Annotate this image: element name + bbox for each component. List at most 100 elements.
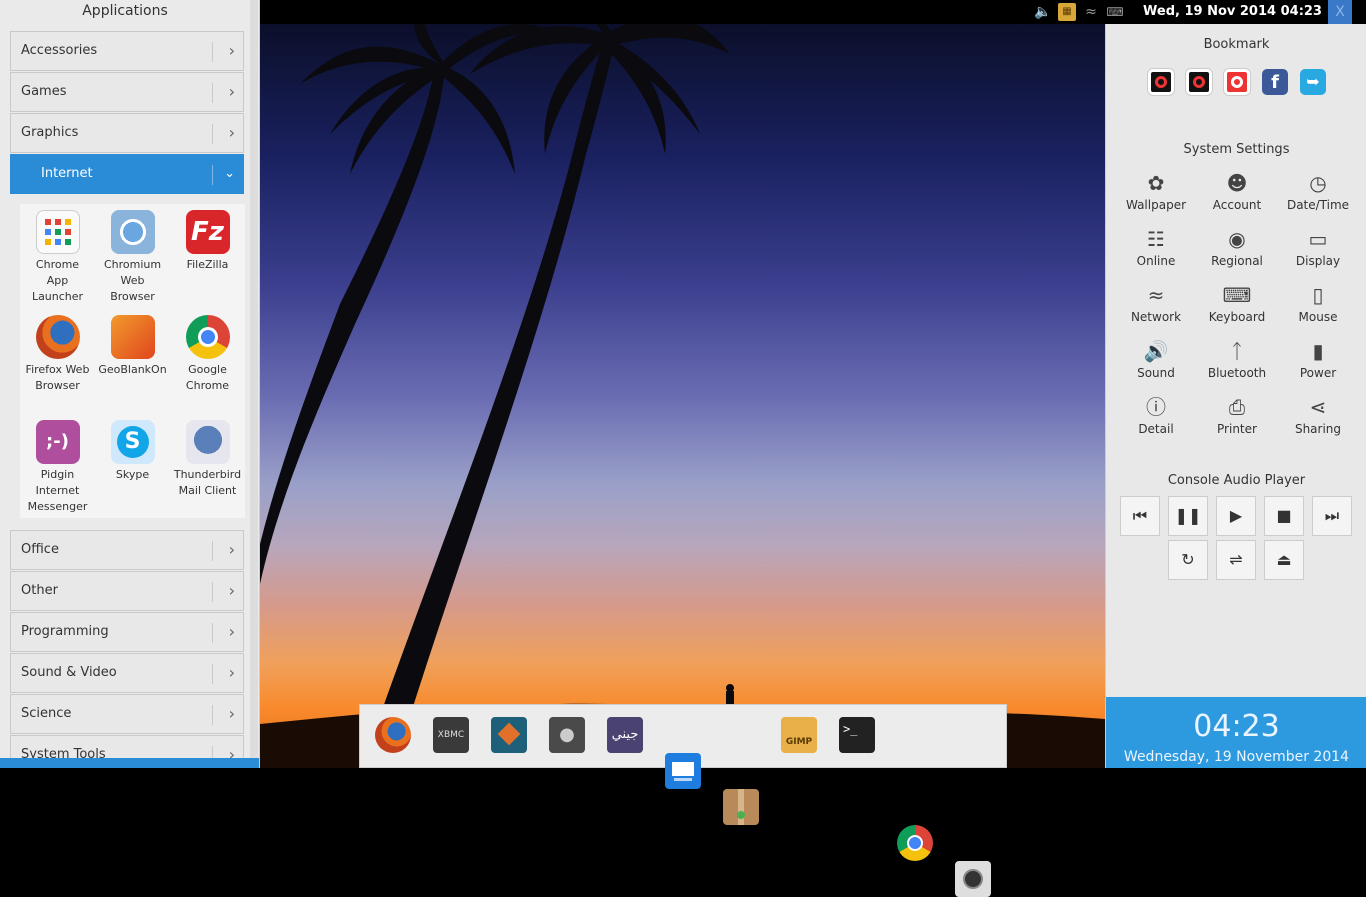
palm-trees-silhouette	[260, 24, 1105, 768]
setting-label: Account	[1212, 198, 1262, 212]
monitor-icon: ▭	[1308, 227, 1328, 251]
bookmark-1-icon[interactable]	[1148, 69, 1174, 95]
next-button[interactable]: ⏭	[1312, 496, 1352, 536]
calendar-icon[interactable]: ▦	[1058, 3, 1076, 21]
setting-regional[interactable]: ◉ Regional	[1197, 224, 1277, 268]
app-geoblankon[interactable]: GeoBlankOn	[95, 309, 170, 378]
category-programming[interactable]: Programming ›	[10, 612, 244, 652]
category-office[interactable]: Office ›	[10, 530, 244, 570]
app-thunderbird[interactable]: Thunderbird Mail Client	[170, 414, 245, 499]
category-sound-video[interactable]: Sound & Video ›	[10, 653, 244, 693]
arabic-app-icon[interactable]: جيني	[607, 717, 643, 753]
app-pidgin[interactable]: ;-) Pidgin Internet Messenger	[20, 414, 95, 515]
skype-icon: S	[110, 420, 155, 464]
close-button[interactable]: X	[1328, 0, 1352, 24]
setting-keyboard[interactable]: ⌨ Keyboard	[1197, 280, 1277, 324]
incognito-icon[interactable]: ●	[549, 717, 585, 753]
app-label: App	[46, 274, 69, 287]
bookmark-2-icon[interactable]	[1186, 69, 1212, 95]
account-icon: ☻	[1226, 171, 1248, 195]
bluetooth-icon: ᛏ	[1231, 339, 1243, 363]
app-google-chrome[interactable]: Google Chrome	[170, 309, 245, 394]
category-science[interactable]: Science ›	[10, 694, 244, 734]
gimp-icon[interactable]: GIMP	[781, 717, 817, 753]
setting-power[interactable]: ▮ Power	[1278, 336, 1358, 380]
setting-label: Sharing	[1294, 422, 1342, 436]
category-accessories[interactable]: Accessories ›	[10, 31, 244, 71]
setting-label: Mouse	[1298, 310, 1338, 324]
keyboard-icon[interactable]: ⌨	[1106, 3, 1124, 21]
app-chromium[interactable]: Chromium Web Browser	[95, 204, 170, 305]
app-firefox[interactable]: Firefox Web Browser	[20, 309, 95, 394]
chrome-icon[interactable]	[897, 825, 933, 861]
app-label: Web	[120, 274, 145, 287]
category-graphics[interactable]: Graphics ›	[10, 113, 244, 153]
setting-label: Online	[1136, 254, 1176, 268]
repeat-button[interactable]: ↻	[1168, 540, 1208, 580]
terminal-icon[interactable]: >_	[839, 717, 875, 753]
setting-wallpaper[interactable]: ✿ Wallpaper	[1116, 168, 1196, 212]
pause-button[interactable]: ❚❚	[1168, 496, 1208, 536]
speaker-icon: 🔊	[1143, 339, 1169, 363]
eject-button[interactable]: ⏏	[1264, 540, 1304, 580]
setting-account[interactable]: ☻ Account	[1197, 168, 1277, 212]
setting-online[interactable]: ☷ Online	[1116, 224, 1196, 268]
app-label: Messenger	[27, 500, 88, 513]
printer-icon: ⎙	[1229, 395, 1245, 419]
app-label: Chrome	[35, 258, 80, 271]
setting-bluetooth[interactable]: ᛏ Bluetooth	[1197, 336, 1277, 380]
firefox-icon[interactable]	[375, 717, 411, 753]
app-skype[interactable]: S Skype	[95, 414, 170, 483]
category-label: Accessories	[21, 43, 98, 58]
stop-button[interactable]: ■	[1264, 496, 1304, 536]
setting-label: Network	[1130, 310, 1182, 324]
previous-button[interactable]: ⏮	[1120, 496, 1160, 536]
setting-sharing[interactable]: ⋖ Sharing	[1278, 392, 1358, 436]
app-label: Launcher	[31, 290, 84, 303]
shuffle-button[interactable]: ⇌	[1216, 540, 1256, 580]
filezilla-icon: Fz	[185, 210, 230, 254]
setting-label: Wallpaper	[1125, 198, 1187, 212]
chevron-right-icon: ›	[228, 123, 235, 142]
bookmark-3-icon[interactable]	[1224, 69, 1250, 95]
app-label: Browser	[35, 379, 80, 392]
xbmc-icon[interactable]: XBMC	[433, 717, 469, 753]
setting-mouse[interactable]: ▯ Mouse	[1278, 280, 1358, 324]
category-games[interactable]: Games ›	[10, 72, 244, 112]
wifi-icon[interactable]: ≈	[1082, 3, 1100, 21]
setting-detail[interactable]: ⓘ Detail	[1116, 392, 1196, 436]
file-manager-icon[interactable]	[665, 753, 701, 789]
clock-date: Wednesday, 19 November 2014	[1123, 749, 1350, 765]
applications-title: Applications	[82, 3, 168, 19]
setting-datetime[interactable]: ◷ Date/Time	[1278, 168, 1358, 212]
app-chrome-app-launcher[interactable]: Chrome App Launcher	[20, 204, 95, 305]
facebook-icon[interactable]: f	[1262, 69, 1288, 95]
archive-icon[interactable]	[723, 789, 759, 825]
category-internet[interactable]: Internet ⌄	[10, 154, 244, 194]
mouse-icon: ▯	[1312, 283, 1324, 307]
repeat-icon: ↻	[1181, 550, 1195, 569]
applications-scrollbar[interactable]	[250, 0, 258, 768]
app-label: Pidgin	[40, 468, 75, 481]
app-filezilla[interactable]: Fz FileZilla	[170, 204, 245, 273]
audio-player-title: Console Audio Player	[1167, 473, 1306, 488]
volume-icon[interactable]: 🔈	[1034, 3, 1052, 21]
package-icon[interactable]	[491, 717, 527, 753]
setting-network[interactable]: ≈ Network	[1116, 280, 1196, 324]
chrome-app-launcher-icon	[35, 210, 80, 254]
category-other[interactable]: Other ›	[10, 571, 244, 611]
play-button[interactable]: ▶	[1216, 496, 1256, 536]
setting-label: Regional	[1211, 254, 1263, 268]
camera-icon[interactable]	[955, 861, 991, 897]
setting-printer[interactable]: ⎙ Printer	[1197, 392, 1277, 436]
setting-display[interactable]: ▭ Display	[1278, 224, 1358, 268]
app-label: Google	[188, 363, 227, 376]
app-label: GeoBlankOn	[98, 363, 167, 376]
chevron-right-icon: ›	[228, 540, 235, 559]
setting-label: Printer	[1217, 422, 1257, 436]
setting-label: Date/Time	[1286, 198, 1350, 212]
info-icon: ⓘ	[1146, 395, 1166, 419]
top-clock[interactable]: Wed, 19 Nov 2014 04:23	[1143, 0, 1322, 24]
setting-sound[interactable]: 🔊 Sound	[1116, 336, 1196, 380]
twitter-icon[interactable]: ➥	[1300, 69, 1326, 95]
